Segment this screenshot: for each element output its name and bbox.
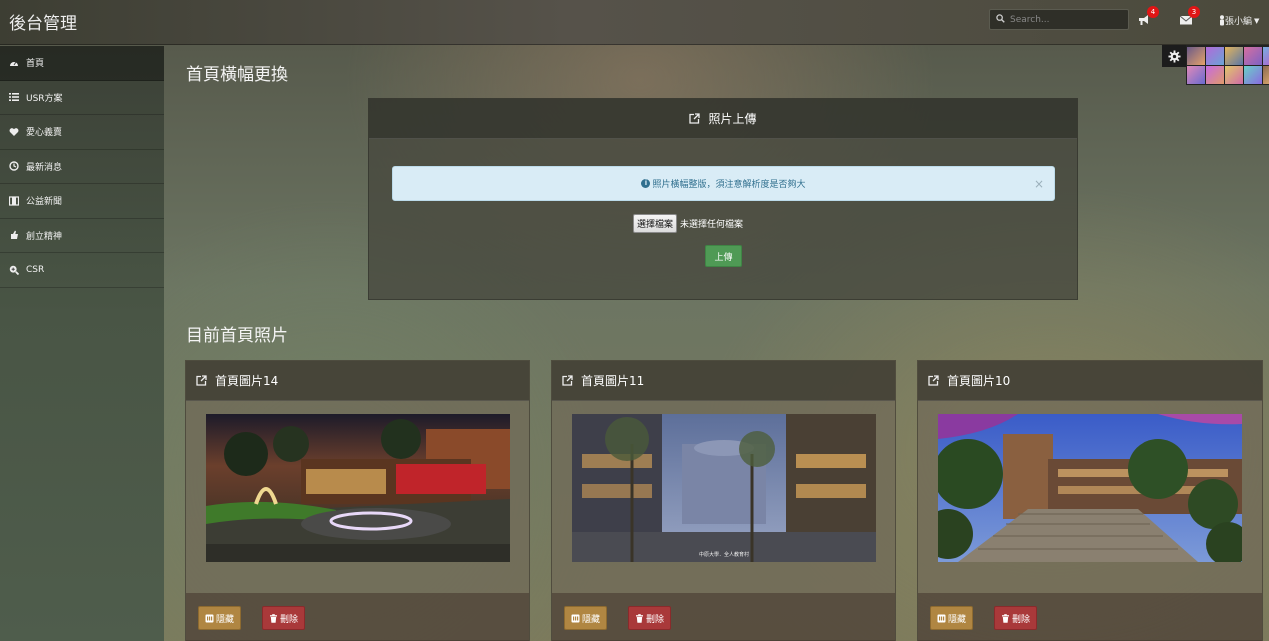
theme-swatch[interactable] xyxy=(1206,47,1224,65)
banner-photo xyxy=(938,414,1242,562)
sidebar-item-charity-news[interactable]: 公益新聞 xyxy=(0,184,164,219)
theme-swatch[interactable] xyxy=(1244,47,1262,65)
file-input-row: 選擇檔案 未選擇任何檔案 xyxy=(633,214,743,233)
current-photos-title: 目前首頁照片 xyxy=(186,326,288,346)
external-link-icon xyxy=(562,375,573,386)
external-link-icon xyxy=(196,375,207,386)
sidebar-item-label: 公益新聞 xyxy=(26,197,63,208)
upload-panel-header: 照片上傳 xyxy=(369,99,1077,139)
sidebar-item-label: USR方案 xyxy=(26,93,63,104)
top-navbar: 後台管理 4 3 張小編 ▼ xyxy=(0,0,1269,45)
theme-swatch[interactable] xyxy=(1263,47,1269,65)
delete-button[interactable]: 刪除 xyxy=(994,606,1038,630)
info-icon: i xyxy=(641,179,651,188)
theme-swatch[interactable] xyxy=(1187,47,1205,65)
hide-button[interactable]: 隱藏 xyxy=(930,606,974,630)
photo-caption: 中原大學．全人教育村 xyxy=(699,551,749,558)
search-box[interactable] xyxy=(989,9,1129,30)
card-footer: 隱藏 刪除 xyxy=(186,593,529,641)
delete-button[interactable]: 刪除 xyxy=(262,606,306,630)
thumbs-up-icon xyxy=(11,230,18,240)
banner-photo xyxy=(206,414,510,562)
sidebar-item-label: CSR xyxy=(26,264,45,275)
card-header: 首頁圖片10 xyxy=(918,361,1262,401)
app-brand[interactable]: 後台管理 xyxy=(9,9,77,34)
search-input[interactable] xyxy=(1010,12,1122,27)
dashboard-icon xyxy=(10,61,18,66)
hide-button[interactable]: 隱藏 xyxy=(198,606,242,630)
theme-swatch[interactable] xyxy=(1225,47,1243,65)
external-link-icon xyxy=(928,375,939,386)
sidebar-item-founding-spirit[interactable]: 創立精神 xyxy=(0,219,164,253)
banner-photo: 中原大學．全人教育村 xyxy=(572,414,876,562)
upload-panel-title: 照片上傳 xyxy=(708,112,757,126)
eye-slash-icon xyxy=(205,614,214,622)
eye-slash-icon xyxy=(937,614,946,622)
user-menu[interactable]: 張小編 ▼ xyxy=(1219,14,1259,27)
card-title: 首頁圖片14 xyxy=(215,374,279,388)
gear-icon xyxy=(1167,49,1181,63)
card-footer: 隱藏 刪除 xyxy=(918,593,1262,641)
search-plus-icon xyxy=(9,265,19,275)
theme-swatch[interactable] xyxy=(1206,66,1224,84)
trash-icon xyxy=(636,613,643,623)
photo-card: 首頁圖片11 中原大學．全人教育村 隱藏 刪除 xyxy=(551,360,896,641)
photo-card: 首頁圖片10 隱藏 刪除 xyxy=(917,360,1263,641)
theme-swatch[interactable] xyxy=(1263,66,1269,84)
theme-swatches xyxy=(1186,45,1269,85)
clock-icon xyxy=(9,161,19,171)
hide-button[interactable]: 隱藏 xyxy=(564,606,608,630)
file-status: 未選擇任何檔案 xyxy=(680,220,744,230)
card-title: 首頁圖片10 xyxy=(947,374,1011,388)
user-name: 張小編 xyxy=(1225,17,1253,27)
delete-button-label: 刪除 xyxy=(280,614,299,625)
theme-settings-button[interactable] xyxy=(1162,45,1186,67)
choose-file-button[interactable]: 選擇檔案 xyxy=(633,214,678,233)
info-alert: i 照片橫幅整版，須注意解析度是否夠大 × xyxy=(392,166,1055,201)
sidebar-item-csr[interactable]: CSR xyxy=(0,253,164,288)
sidebar-item-label: 首頁 xyxy=(26,59,45,70)
trash-icon xyxy=(270,613,277,623)
delete-button-label: 刪除 xyxy=(646,614,665,625)
eye-slash-icon xyxy=(571,614,580,622)
list-icon xyxy=(9,93,19,102)
card-title: 首頁圖片11 xyxy=(581,374,645,388)
upload-button[interactable]: 上傳 xyxy=(705,245,742,267)
sidebar: 首頁 USR方案 愛心義賣 最新消息 公益新聞 創立精神 CSR xyxy=(0,46,164,641)
sidebar-item-label: 愛心義賣 xyxy=(26,128,63,139)
theme-swatch[interactable] xyxy=(1187,66,1205,84)
trash-icon xyxy=(1002,613,1009,623)
upload-panel: 照片上傳 i 照片橫幅整版，須注意解析度是否夠大 × 選擇檔案 未選擇任何檔案 … xyxy=(368,98,1078,300)
caret-down-icon: ▼ xyxy=(1254,16,1260,25)
sidebar-item-usr[interactable]: USR方案 xyxy=(0,81,164,115)
messages-badge: 3 xyxy=(1188,6,1200,18)
sidebar-item-charity-sale[interactable]: 愛心義賣 xyxy=(0,115,164,150)
alert-text: 照片橫幅整版，須注意解析度是否夠大 xyxy=(652,180,806,190)
hide-button-label: 隱藏 xyxy=(948,614,967,625)
delete-button[interactable]: 刪除 xyxy=(628,606,672,630)
hide-button-label: 隱藏 xyxy=(216,614,235,625)
hide-button-label: 隱藏 xyxy=(582,614,601,625)
card-header: 首頁圖片14 xyxy=(186,361,529,401)
sidebar-item-news[interactable]: 最新消息 xyxy=(0,150,164,184)
sidebar-item-label: 創立精神 xyxy=(26,231,63,242)
search-icon xyxy=(996,14,1005,23)
announcements-badge: 4 xyxy=(1147,6,1159,18)
external-link-icon xyxy=(689,113,701,124)
sidebar-item-home[interactable]: 首頁 xyxy=(0,46,164,81)
theme-swatch[interactable] xyxy=(1244,66,1262,84)
sidebar-item-label: 最新消息 xyxy=(26,162,63,173)
heart-icon xyxy=(9,127,19,136)
card-footer: 隱藏 刪除 xyxy=(552,593,895,641)
theme-swatch[interactable] xyxy=(1225,66,1243,84)
banner-section-title: 首頁橫幅更換 xyxy=(186,65,288,85)
delete-button-label: 刪除 xyxy=(1012,614,1031,625)
photo-card: 首頁圖片14 隱藏 刪除 xyxy=(185,360,530,641)
film-icon xyxy=(9,196,19,206)
card-header: 首頁圖片11 xyxy=(552,361,895,401)
close-icon[interactable]: × xyxy=(1034,177,1044,191)
